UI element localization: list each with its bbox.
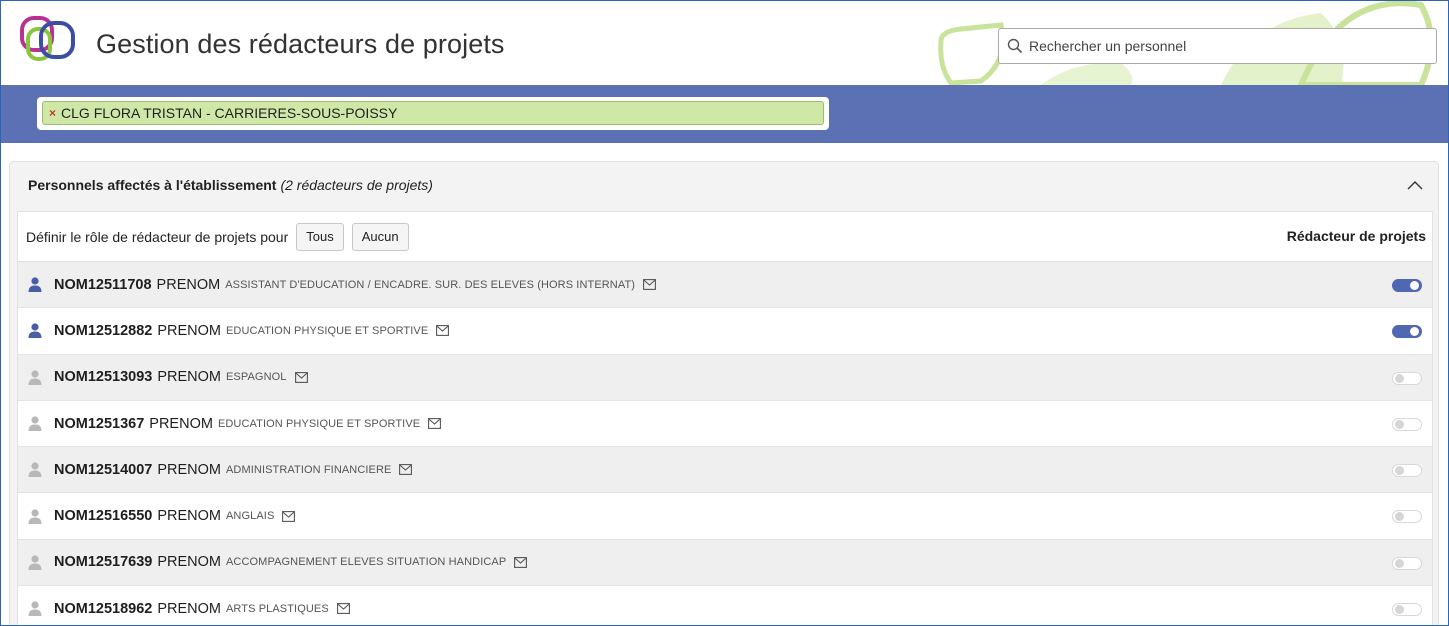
toggle-knob [1395,512,1404,522]
mail-icon[interactable] [514,556,528,568]
staff-firstname: PRENOM [157,508,221,525]
table-row: NOM12514007 PRENOM Administration financie… [18,447,1432,494]
redacteur-toggle[interactable] [1392,371,1422,385]
establishment-chip: × CLG FLORA TRISTAN - CARRIERES-SOUS-POI… [42,101,824,125]
staff-function: Administration financiere [226,463,392,476]
staff-name: NOM12514007 [54,461,153,478]
establishment-select[interactable]: × CLG FLORA TRISTAN - CARRIERES-SOUS-POI… [37,97,829,130]
staff-panel: Personnels affectés à l'établissement (2… [9,161,1439,625]
table-row: NOM12511708 PRENOM Assistant d'education /… [18,262,1432,309]
mail-icon[interactable] [436,325,450,337]
table-row: NOM12517639 PRENOM Accompagnement eleves s… [18,539,1432,587]
staff-function: Education physique et sportive [217,417,421,430]
person-icon [28,416,42,432]
staff-function: Assistant d'education / encadre. sur. de… [225,278,636,291]
redacteur-toggle[interactable] [1392,603,1422,617]
all-button[interactable]: Tous [296,222,344,251]
staff-firstname: PRENOM [157,322,221,339]
redacteur-toggle[interactable] [1392,325,1422,339]
mail-icon[interactable] [399,464,413,476]
table-row: NOM12512882 PRENOM Education physique et s… [18,308,1432,355]
toggle-knob [1395,466,1404,476]
staff-name: NOM12513093 [54,369,153,386]
staff-firstname: PRENOM [156,276,221,293]
panel-subtitle: (2 rédacteurs de projets) [280,177,433,193]
app-frame: Gestion des rédacteurs de projets × CLG … [0,0,1449,626]
column-header-redacteur: Rédacteur de projets [1286,228,1426,244]
mail-icon[interactable] [282,510,296,522]
staff-function: Arts plastiques [226,602,329,615]
mail-icon[interactable] [643,279,657,291]
staff-firstname: PRENOM [149,415,213,432]
staff-name: NOM12512882 [54,322,153,339]
none-button[interactable]: Aucun [351,222,409,251]
redacteur-toggle[interactable] [1392,556,1422,570]
staff-function: Education physique et sportive [226,324,429,337]
mail-icon[interactable] [294,371,308,383]
staff-function: Accompagnement eleves situation handicap [226,556,507,569]
toggle-knob [1395,419,1404,429]
staff-table: Définir le rôle de rédacteur de projets … [17,211,1433,625]
redacteur-toggle[interactable] [1392,510,1422,524]
mail-icon[interactable] [336,603,350,615]
chevron-up-icon[interactable] [1406,176,1424,194]
page-header: Gestion des rédacteurs de projets [1,1,1448,85]
redacteur-toggle[interactable] [1392,279,1422,292]
person-icon [28,462,42,478]
redacteur-toggle[interactable] [1392,464,1422,478]
table-row: NOM12516550 PRENOM Anglais [18,493,1432,540]
chip-remove-icon[interactable]: × [49,106,56,120]
person-icon [28,323,42,339]
staff-firstname: PRENOM [157,600,221,617]
toggle-knob [1395,605,1404,615]
staff-name: NOM12511708 [54,276,152,293]
chip-label: CLG FLORA TRISTAN - CARRIERES-SOUS-POISS… [61,105,398,121]
person-icon [28,370,42,385]
staff-firstname: PRENOM [157,369,221,386]
toolbar-label: Définir le rôle de rédacteur de projets … [26,228,289,245]
staff-firstname: PRENOM [157,554,221,571]
role-toolbar: Définir le rôle de rédacteur de projets … [18,212,1432,262]
toggle-knob [1410,327,1419,337]
page-title: Gestion des rédacteurs de projets [96,29,505,59]
staff-function: Anglais [226,510,275,523]
panel-header[interactable]: Personnels affectés à l'établissement (2… [10,162,1438,208]
staff-name: NOM12516550 [54,508,153,525]
search-box[interactable] [998,28,1437,64]
table-row: NOM12518962 PRENOM Arts plastiques [18,586,1432,625]
staff-name: NOM12517639 [54,554,153,571]
table-row: NOM12513093 PRENOM Espagnol [18,354,1432,401]
toggle-knob [1395,558,1404,568]
person-icon [28,555,42,570]
staff-function: Espagnol [226,371,287,384]
person-icon [28,601,42,617]
staff-name: NOM1251367 [54,415,145,432]
toggle-knob [1395,373,1404,383]
staff-list: NOM12511708 PRENOM Assistant d'education /… [18,262,1432,625]
panel-title: Personnels affectés à l'établissement [28,177,277,193]
table-row: NOM1251367 PRENOM Education physique et sp… [18,400,1432,448]
staff-name: NOM12518962 [54,600,153,617]
logo-icon [20,16,75,61]
person-icon [28,509,42,524]
mail-icon[interactable] [428,418,442,429]
person-icon [28,277,42,293]
search-input[interactable] [1029,38,1429,54]
search-icon [1007,38,1023,54]
redacteur-toggle[interactable] [1392,417,1422,431]
staff-firstname: PRENOM [157,461,221,478]
toggle-knob [1410,281,1419,290]
